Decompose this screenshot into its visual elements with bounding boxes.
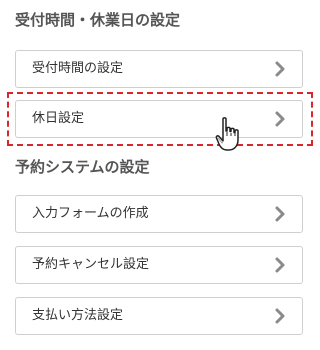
menu-item-reception-hours[interactable]: 受付時間の設定 [15, 50, 303, 88]
menu-item-label: 入力フォームの作成 [32, 206, 149, 221]
chevron-right-icon [275, 111, 285, 127]
menu-item-label: 休日設定 [32, 111, 85, 126]
menu-item-cancellation-settings[interactable]: 予約キャンセル設定 [15, 246, 303, 284]
menu-item-payment-method[interactable]: 支払い方法設定 [15, 297, 303, 335]
menu-item-label: 受付時間の設定 [32, 61, 124, 76]
chevron-right-icon [275, 257, 285, 273]
menu-item-holiday-settings[interactable]: 休日設定 [15, 100, 303, 138]
section-heading-reservation-system: 予約システムの設定 [15, 158, 150, 176]
menu-item-input-form[interactable]: 入力フォームの作成 [15, 195, 303, 233]
menu-item-label: 支払い方法設定 [32, 308, 124, 323]
chevron-right-icon [275, 61, 285, 77]
chevron-right-icon [275, 206, 285, 222]
chevron-right-icon [275, 308, 285, 324]
menu-item-label: 予約キャンセル設定 [32, 257, 150, 272]
section-heading-reception-hours: 受付時間・休業日の設定 [15, 11, 181, 29]
